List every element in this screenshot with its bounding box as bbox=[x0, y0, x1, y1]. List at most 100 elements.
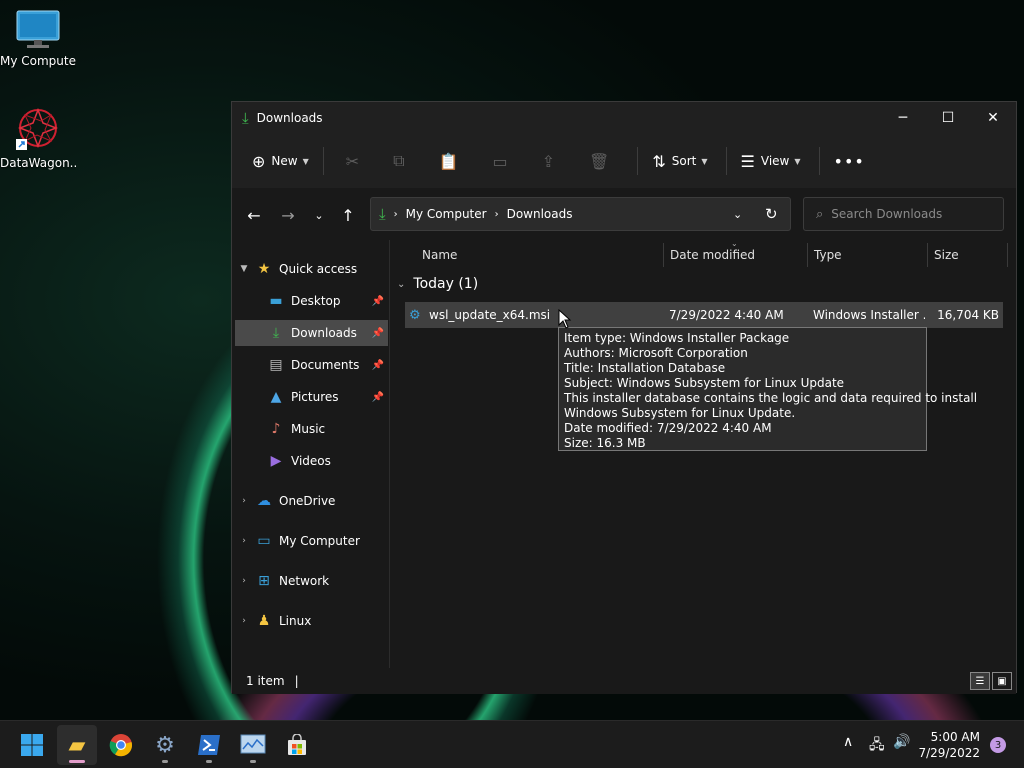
notification-badge[interactable]: 3 bbox=[990, 737, 1006, 753]
tooltip-line: Windows Subsystem for Linux Update. bbox=[564, 406, 796, 420]
maximize-button[interactable]: ☐ bbox=[925, 102, 971, 134]
nav-item-downloads[interactable]: ⤓ Downloads 📌 bbox=[235, 320, 388, 346]
pin-icon[interactable]: 📌 bbox=[372, 360, 384, 371]
group-header-today[interactable]: ⌄ Today (1) bbox=[397, 276, 478, 292]
taskbar-settings[interactable]: ⚙ bbox=[145, 725, 185, 765]
new-button[interactable]: ⊕ New ▼ bbox=[246, 145, 315, 177]
taskbar-powershell[interactable] bbox=[189, 725, 229, 765]
monitor-icon: ▭ bbox=[257, 533, 271, 549]
running-indicator bbox=[250, 760, 256, 763]
desktop-icon-label: DataWagon... bbox=[0, 156, 76, 170]
nav-label: Quick access bbox=[279, 262, 358, 276]
nav-quick-access[interactable]: ▼ ★ Quick access bbox=[235, 256, 388, 282]
search-input[interactable] bbox=[831, 207, 992, 221]
more-options-button[interactable]: ••• bbox=[828, 145, 877, 177]
file-name: wsl_update_x64.msi bbox=[429, 308, 551, 322]
window-title: Downloads bbox=[256, 111, 323, 125]
network-status-icon[interactable]: 🖧 bbox=[869, 734, 885, 758]
back-button[interactable]: ← bbox=[242, 203, 266, 227]
column-header-name[interactable]: Name bbox=[415, 240, 663, 270]
collapse-chevron-icon[interactable]: ⌄ bbox=[397, 279, 405, 290]
close-button[interactable]: ✕ bbox=[970, 102, 1016, 134]
cut-button[interactable]: ✂ bbox=[340, 145, 371, 177]
nav-item-pictures[interactable]: ▲ Pictures 📌 bbox=[235, 384, 388, 410]
nav-my-computer[interactable]: › ▭ My Computer bbox=[235, 528, 388, 554]
running-indicator bbox=[162, 760, 168, 763]
nav-item-videos[interactable]: ▶ Videos bbox=[235, 448, 388, 474]
column-label: Date modified bbox=[670, 248, 756, 262]
item-count: 1 item bbox=[246, 674, 285, 688]
column-header-date-modified[interactable]: Date modified ⌄ bbox=[663, 239, 807, 270]
delete-button[interactable]: 🗑 bbox=[583, 145, 621, 177]
rename-button[interactable]: ▭ bbox=[487, 145, 520, 177]
file-list: Name Date modified ⌄ Type Size ⌄ Today (… bbox=[391, 239, 1016, 764]
videos-icon: ▶ bbox=[270, 453, 282, 469]
nav-network[interactable]: › ⊞ Network bbox=[235, 568, 388, 594]
view-button[interactable]: ☰ View ▼ bbox=[735, 145, 807, 177]
expand-chevron-icon[interactable]: › bbox=[235, 616, 253, 626]
minimize-button[interactable]: ─ bbox=[880, 102, 926, 134]
nav-label: OneDrive bbox=[279, 494, 336, 508]
taskbar-file-explorer[interactable]: ▰ bbox=[57, 725, 97, 765]
trash-icon: 🗑 bbox=[589, 151, 610, 171]
pin-icon[interactable]: 📌 bbox=[372, 296, 384, 307]
desktop-icon-datawagon[interactable]: DataWagon... bbox=[0, 106, 76, 170]
pin-icon[interactable]: 📌 bbox=[372, 392, 384, 403]
expand-chevron-icon[interactable]: › bbox=[235, 496, 253, 506]
nav-label: My Computer bbox=[279, 534, 360, 548]
copy-button[interactable]: ⧉ bbox=[387, 145, 416, 177]
column-label: Size bbox=[934, 248, 959, 262]
nav-item-desktop[interactable]: ▬ Desktop 📌 bbox=[235, 288, 388, 314]
nav-item-documents[interactable]: ▤ Documents 📌 bbox=[235, 352, 388, 378]
details-view-button[interactable]: ☰ bbox=[970, 672, 990, 690]
status-bar: 1 item | ☰ ▣ bbox=[232, 668, 1016, 694]
recent-locations-button[interactable]: ⌄ bbox=[307, 203, 331, 227]
paste-button[interactable]: 📋 bbox=[433, 145, 471, 177]
large-icons-view-button[interactable]: ▣ bbox=[992, 672, 1012, 690]
datawagon-shortcut-icon bbox=[16, 107, 59, 150]
taskbar-monitor-app[interactable] bbox=[233, 725, 273, 765]
volume-icon[interactable]: 🔊 bbox=[893, 734, 910, 750]
show-hidden-icons-chevron-icon[interactable]: ∧ bbox=[843, 734, 853, 750]
nav-onedrive[interactable]: › ☁ OneDrive bbox=[235, 488, 388, 514]
system-clock[interactable]: 5:00 AM 7/29/2022 bbox=[918, 729, 980, 761]
pin-icon[interactable]: 📌 bbox=[372, 328, 384, 339]
forward-button[interactable]: → bbox=[276, 203, 300, 227]
share-button[interactable]: ⇪ bbox=[536, 145, 567, 177]
taskbar: ▰ ⚙ ∧ 🖧 🔊 5:00 AM 7/29/2022 3 bbox=[0, 720, 1024, 768]
column-divider[interactable] bbox=[1007, 243, 1008, 267]
start-button[interactable] bbox=[12, 725, 52, 765]
expand-chevron-icon[interactable]: ▼ bbox=[235, 264, 253, 274]
nav-label: Videos bbox=[291, 454, 331, 468]
nav-item-music[interactable]: ♪ Music bbox=[235, 416, 388, 442]
desktop-icon-my-computer[interactable]: My Computer bbox=[0, 10, 76, 68]
nav-linux[interactable]: › ♟ Linux bbox=[235, 608, 388, 634]
breadcrumb-my-computer[interactable]: My Computer bbox=[406, 207, 487, 221]
taskbar-store[interactable] bbox=[277, 725, 317, 765]
refresh-icon[interactable]: ↻ bbox=[765, 205, 778, 223]
nav-label: Downloads bbox=[291, 326, 357, 340]
tooltip-line: This installer database contains the log… bbox=[564, 391, 978, 405]
pictures-icon: ▲ bbox=[270, 389, 282, 405]
address-bar[interactable]: ⤓ › My Computer › Downloads ⌄ ↻ bbox=[370, 197, 791, 231]
list-view-icon: ☰ bbox=[740, 151, 755, 171]
expand-chevron-icon[interactable]: › bbox=[235, 576, 253, 586]
divider bbox=[637, 147, 639, 175]
system-monitor-icon bbox=[240, 734, 266, 754]
address-dropdown-icon[interactable]: ⌄ bbox=[733, 208, 742, 221]
expand-chevron-icon[interactable]: › bbox=[235, 536, 253, 546]
table-row[interactable]: ⚙ wsl_update_x64.msi 7/29/2022 4:40 AM W… bbox=[405, 302, 1003, 328]
search-box[interactable]: ⌕ bbox=[803, 197, 1004, 231]
breadcrumb-downloads[interactable]: Downloads bbox=[507, 207, 573, 221]
tooltip-line: Subject: Windows Subsystem for Linux Upd… bbox=[564, 376, 845, 390]
column-header-type[interactable]: Type bbox=[807, 240, 927, 270]
divider bbox=[818, 147, 820, 175]
up-button[interactable]: ↑ bbox=[336, 203, 360, 227]
address-row: ← → ⌄ ↑ ⤓ › My Computer › Downloads ⌄ ↻ … bbox=[232, 188, 1016, 240]
plus-circle-icon: ⊕ bbox=[252, 151, 266, 171]
sort-button[interactable]: ⇅ Sort ▼ bbox=[646, 145, 713, 177]
sort-label: Sort bbox=[671, 154, 697, 168]
music-icon: ♪ bbox=[271, 421, 281, 437]
taskbar-chrome[interactable] bbox=[101, 725, 141, 765]
column-header-size[interactable]: Size bbox=[927, 240, 1007, 270]
